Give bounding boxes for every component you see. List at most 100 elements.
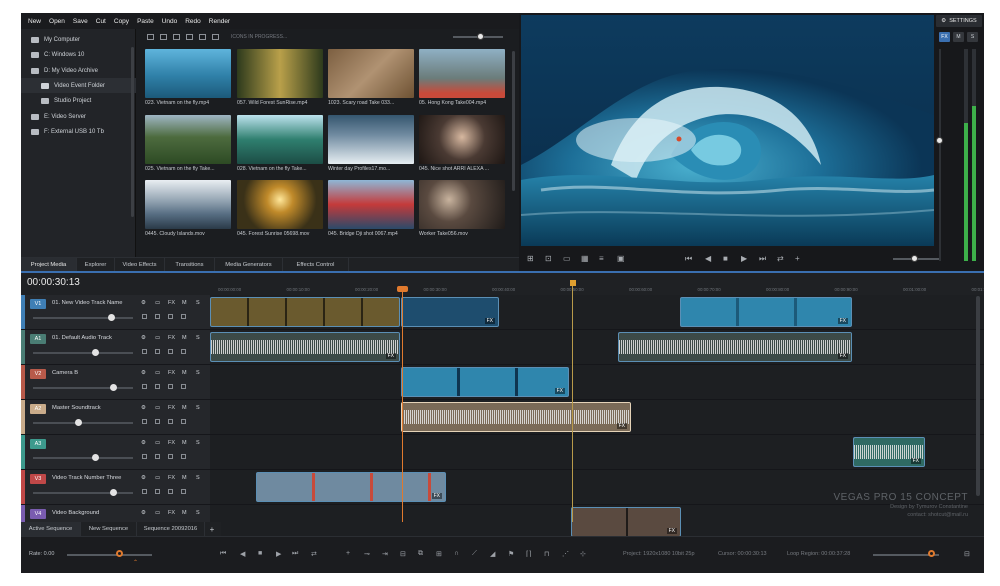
track-lane[interactable]: FX [210,505,984,539]
copy-icon[interactable] [181,454,186,459]
tab-active-sequence[interactable]: Active Sequence [21,522,81,536]
track-header[interactable]: A3 ⚙ ▭ FX M S [21,435,210,469]
ungroup-icon[interactable]: ⊞ [436,550,442,558]
preview-mute-toggle[interactable]: M [953,32,964,42]
track-mute-button[interactable]: M [182,370,187,376]
fade-icon[interactable]: ◢ [490,550,495,558]
skip-start-icon[interactable]: ⏮ [685,254,692,264]
track-header[interactable]: V1 01. New Video Track Name ⚙ ▭ FX M S [21,295,210,329]
track-mute-button[interactable]: M [182,440,187,446]
tree-item-d-drive[interactable]: D: My Video Archive [21,63,136,78]
timeline-clip[interactable] [210,297,400,327]
automation-icon[interactable] [142,489,147,494]
automation-icon[interactable] [142,454,147,459]
gear-icon[interactable]: ⚙ [141,475,146,481]
tree-item-f-drive[interactable]: F: External USB 10 Tb [21,124,136,139]
preview-fx-toggle[interactable]: FX [939,32,950,42]
media-thumbnail[interactable] [237,115,323,164]
composite-icon[interactable]: ▭ [155,370,160,376]
grid-view-icon[interactable] [147,34,154,40]
play-icon[interactable]: ▶ [276,550,281,558]
media-thumbnail[interactable] [419,49,505,98]
timeline-clip[interactable]: FX [618,332,852,362]
image-icon[interactable] [212,34,219,40]
gear-icon[interactable]: ⚙ [141,300,146,306]
track-lane[interactable]: FX [210,435,984,469]
track-name[interactable]: 01. New Video Track Name [52,300,122,306]
composite-icon[interactable]: ▭ [155,440,160,446]
media-thumbnail[interactable] [328,180,414,229]
stop-icon[interactable]: ■ [723,254,728,263]
step-back-icon[interactable]: ◀ [240,550,245,558]
copy-icon[interactable] [181,419,186,424]
track-header[interactable]: V3 Video Track Number Three ⚙ ▭ FX M S [21,470,210,504]
group-icon[interactable]: ⧉ [418,550,423,558]
track-solo-button[interactable]: S [196,300,200,306]
track-header[interactable]: A2 Master Soundtrack ⚙ ▭ FX M S [21,400,210,434]
master-fader-knob[interactable] [936,137,943,144]
media-scrollbar[interactable] [512,51,515,191]
media-thumbnail[interactable] [328,49,414,98]
envelope-icon[interactable] [155,314,160,319]
tab-explorer[interactable]: Explorer [77,258,115,272]
clip-fx-badge[interactable]: FX [616,423,627,429]
timeline-clip[interactable]: FX [210,332,400,362]
track-solo-button[interactable]: S [196,510,200,516]
composite-icon[interactable]: ▭ [155,405,160,411]
track-lane[interactable]: FX FX [210,330,984,364]
track-volume-slider[interactable] [33,492,133,494]
layer-icon[interactable] [168,454,173,459]
copy-icon[interactable] [181,349,186,354]
timeline-clip[interactable]: FX [680,297,852,327]
loop-icon[interactable]: ⇄ [777,254,784,263]
track-volume-knob[interactable] [75,419,82,426]
clip-fx-badge[interactable]: FX [666,528,677,534]
tab-effects-control[interactable]: Effects Control [283,258,349,272]
track-volume-slider[interactable] [33,422,133,424]
menu-open[interactable]: Open [49,18,65,25]
clip-fx-badge[interactable]: FX [484,318,495,324]
skip-start-icon[interactable]: ⏮ [220,550,226,558]
tree-item-e-drive[interactable]: E: Video Server [21,109,136,124]
lock-icon[interactable]: ⊓ [544,550,549,558]
tab-video-effects[interactable]: Video Effects [115,258,165,272]
add-sequence-button[interactable]: + [205,522,219,536]
media-thumbnail[interactable] [237,180,323,229]
gear-icon[interactable]: ⚙ [141,510,146,516]
track-solo-button[interactable]: S [196,475,200,481]
automation-icon[interactable] [142,349,147,354]
track-mute-button[interactable]: M [182,475,187,481]
layer-icon[interactable] [168,489,173,494]
tab-new-sequence[interactable]: New Sequence [81,522,137,536]
track-lane[interactable]: FX [210,365,984,399]
snapshot-icon[interactable]: ▣ [617,254,625,263]
track-lane[interactable]: FX FX [210,295,984,329]
add-icon[interactable]: + [795,254,800,263]
thumbnail-size-knob[interactable] [477,33,484,40]
layer-icon[interactable] [168,314,173,319]
timeline-vscroll[interactable] [976,296,980,496]
track-fx-button[interactable]: FX [168,335,175,341]
track-name[interactable]: Video Background [52,510,99,516]
timeline-clip[interactable]: FX [256,472,446,502]
tree-item-studio-project[interactable]: Studio Project [21,93,136,108]
rate-slider[interactable] [67,554,152,556]
envelope-icon[interactable] [155,384,160,389]
track-volume-knob[interactable] [110,489,117,496]
skip-end-icon[interactable]: ⏭ [759,254,766,264]
select-icon[interactable]: ⋰ [562,550,569,558]
skip-end-icon[interactable]: ⏭ [292,550,298,558]
clip-fx-badge[interactable]: FX [431,493,442,499]
add-track-icon[interactable]: + [346,550,350,557]
crop-icon[interactable]: ⊡ [545,254,552,263]
track-volume-knob[interactable] [92,454,99,461]
track-mute-button[interactable]: M [182,510,187,516]
track-name[interactable]: Master Soundtrack [52,405,101,411]
menu-paste[interactable]: Paste [137,18,154,25]
split-icon[interactable]: ⊞ [527,254,534,263]
track-header[interactable]: V2 Camera B ⚙ ▭ FX M S [21,365,210,399]
tab-transitions[interactable]: Transitions [165,258,215,272]
track-volume-slider[interactable] [33,317,133,319]
track-fx-button[interactable]: FX [168,300,175,306]
timeline-clip[interactable]: FX [401,367,569,397]
